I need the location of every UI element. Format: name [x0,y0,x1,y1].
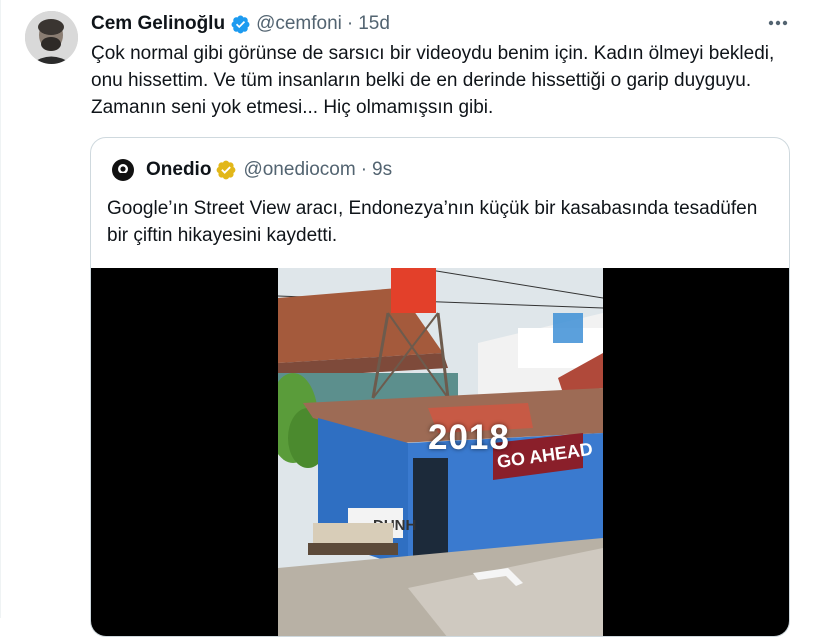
author-avatar[interactable] [25,11,78,64]
separator-dot: · [346,13,354,34]
tweet-header: Cem Gelinoğlu @cemfoni · 15d [91,13,390,35]
quoted-author-name[interactable]: Onedio [146,159,211,181]
video-year-overlay: 2018 [428,418,510,457]
quoted-separator-dot: · [360,159,368,180]
quoted-tweet-header: Onedio @onediocom · 9s [111,158,392,182]
quoted-tweet[interactable]: Onedio @onediocom · 9s Google’ın Street … [90,137,790,637]
quoted-tweet-text: Google’ın Street View aracı, Endonezya’n… [107,198,758,246]
video-frame: GO AHEAD DUNH 2018 [278,268,603,636]
tweet-time[interactable]: 15d [358,13,390,35]
more-options-button[interactable] [765,12,791,34]
tweet[interactable]: Cem Gelinoğlu @cemfoni · 15d Çok normal … [0,0,823,637]
quoted-author-avatar[interactable] [111,158,135,182]
quoted-author-handle[interactable]: @onediocom [243,159,355,181]
gold-verified-badge-icon [217,160,236,180]
quoted-tweet-video[interactable]: GO AHEAD DUNH 2018 [91,268,789,636]
quoted-tweet-time[interactable]: 9s [372,159,392,181]
verified-badge-icon [231,15,250,33]
tweet-text: Çok normal gibi görünse de sarsıcı bir v… [91,43,775,118]
more-options-icon [768,20,788,26]
author-handle[interactable]: @cemfoni [256,13,342,35]
onedio-logo-icon [112,159,134,181]
avatar-image [25,11,78,64]
author-name[interactable]: Cem Gelinoğlu [91,13,225,35]
